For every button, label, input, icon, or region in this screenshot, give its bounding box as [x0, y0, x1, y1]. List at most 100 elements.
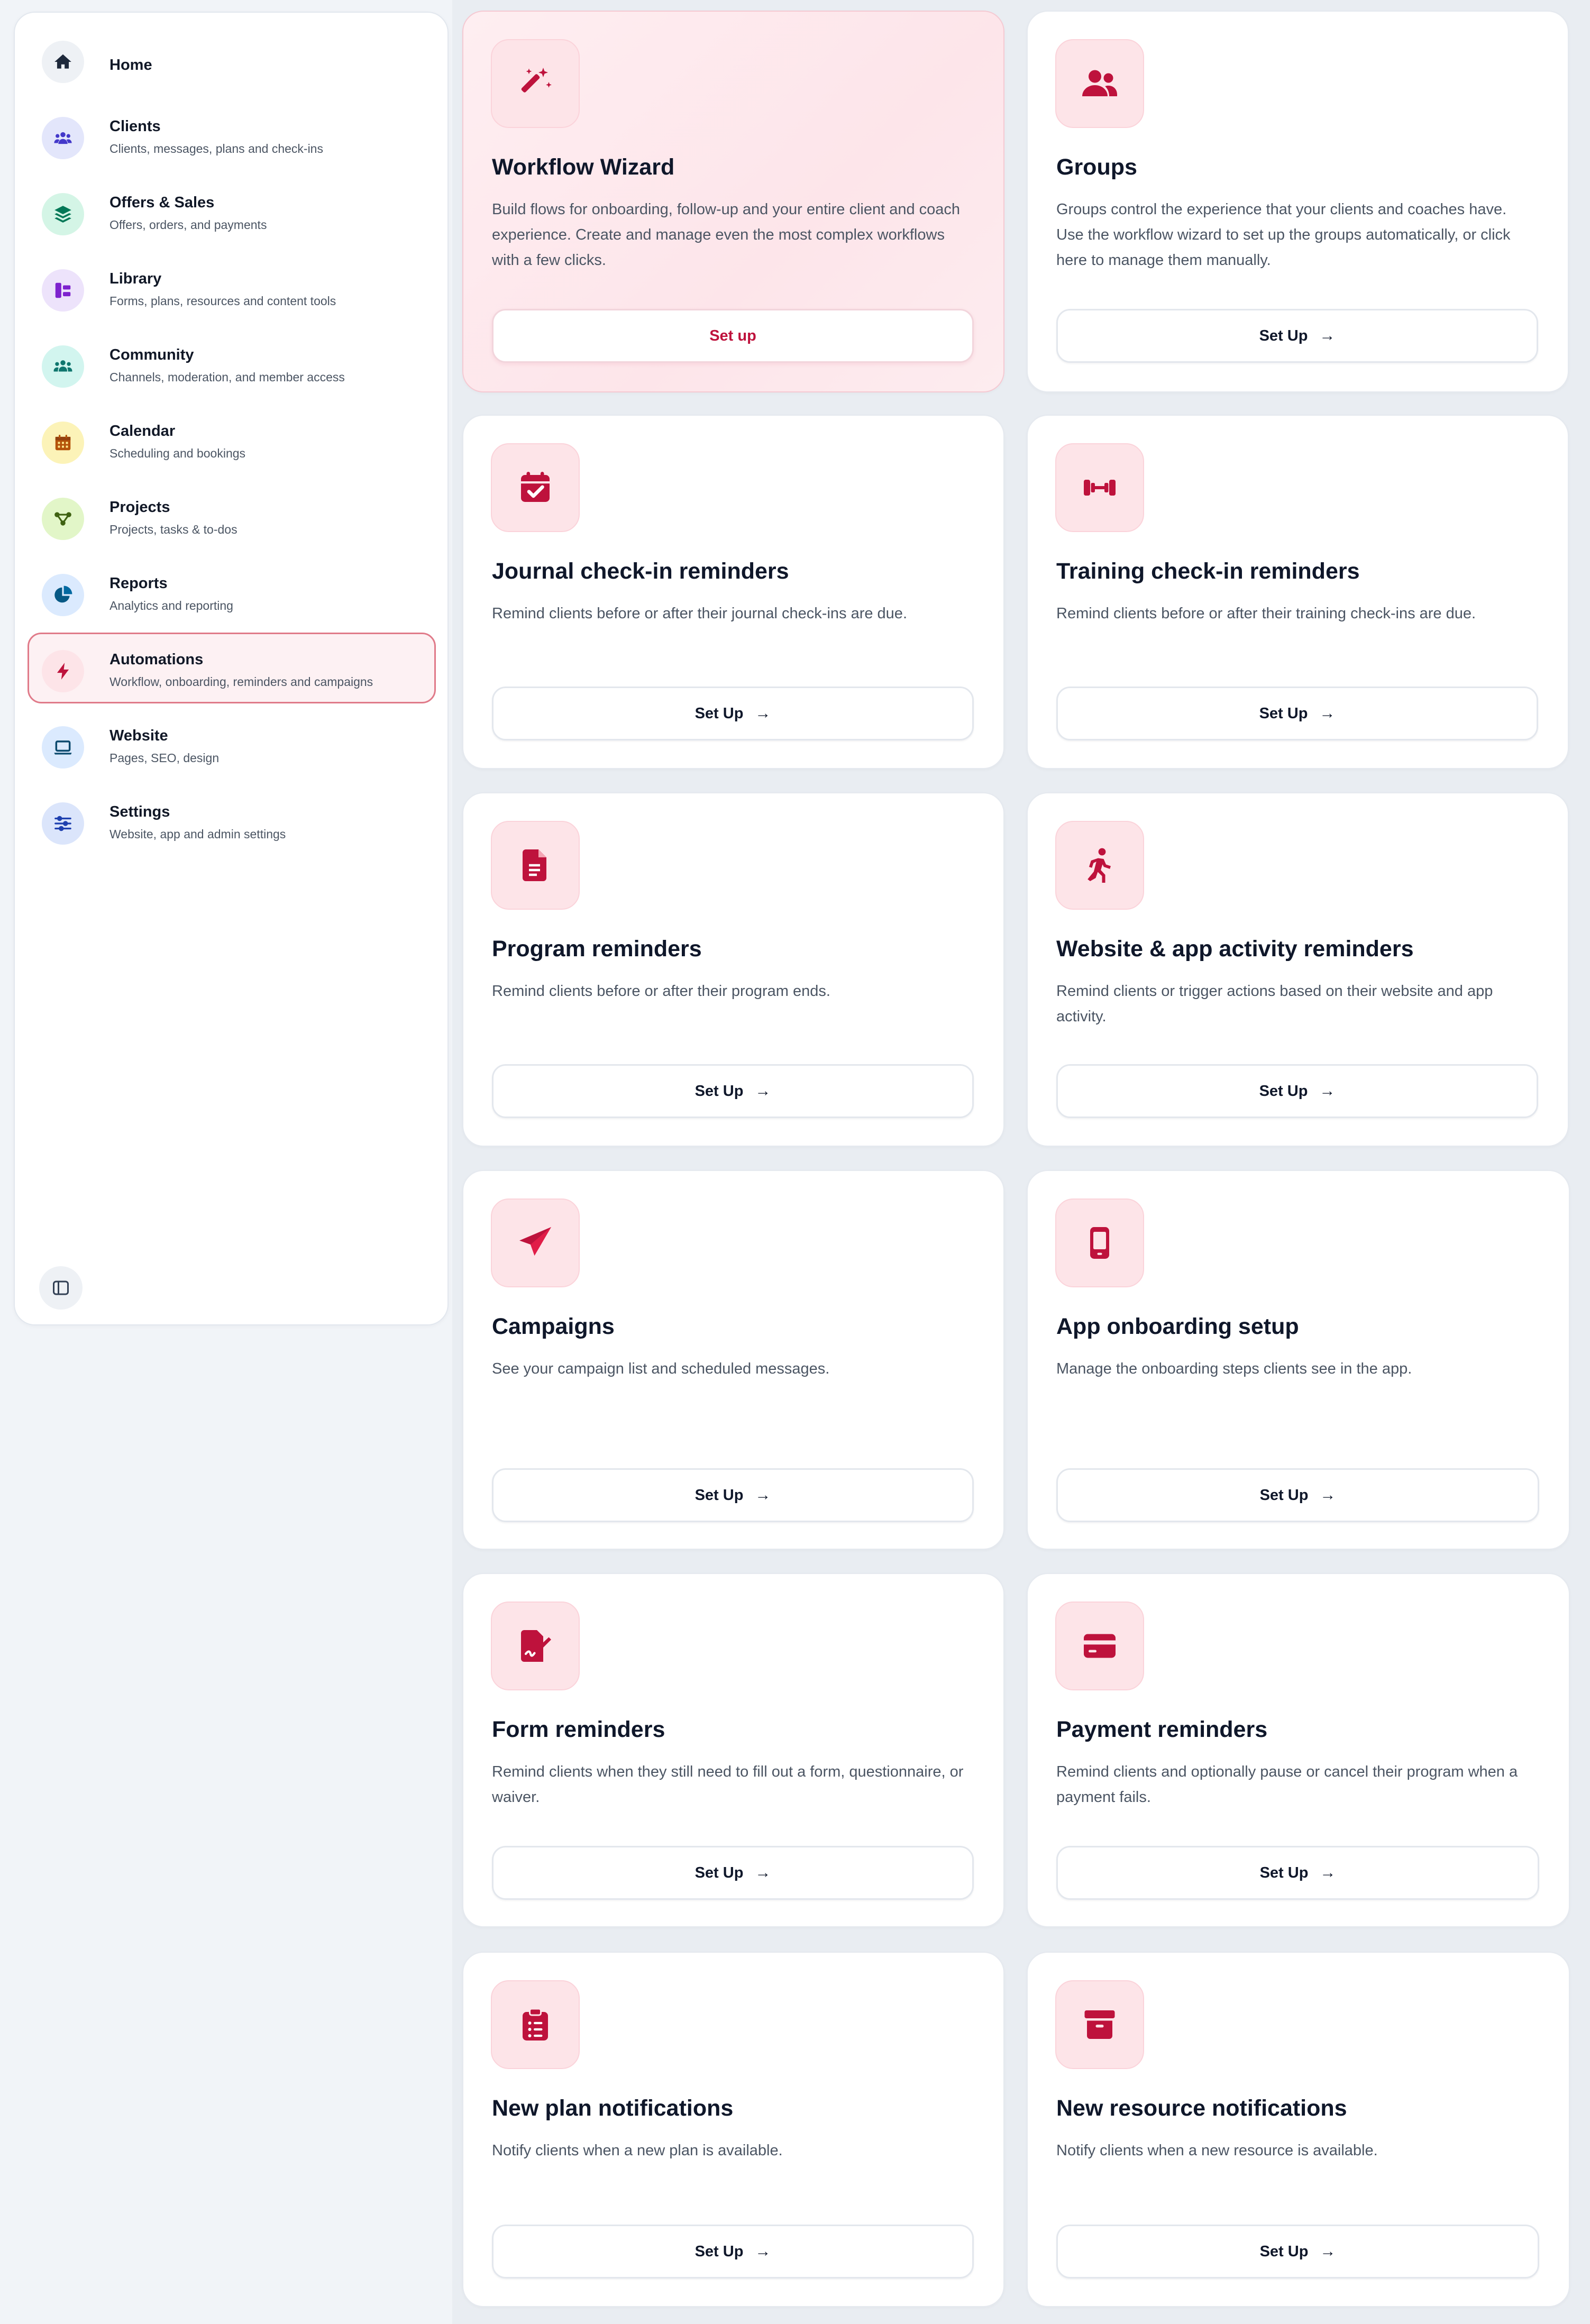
card-title: App onboarding setup [1056, 1314, 1299, 1339]
card-description: Remind clients and optionally pause or c… [1056, 1763, 1518, 1806]
laptop-icon [42, 726, 84, 768]
clipboard-list-icon [491, 1980, 580, 2069]
community-icon [42, 345, 84, 388]
sidebar-item-subtitle: Forms, plans, resources and content tool… [109, 294, 336, 308]
card-groups: Groups Groups control the experience tha… [1027, 11, 1569, 392]
new-plan-notifications-setup-button[interactable]: Set Up → [492, 2225, 974, 2279]
credit-card-icon [1055, 1602, 1144, 1690]
arrow-right-icon: → [755, 2243, 771, 2260]
form-reminders-setup-button[interactable]: Set Up → [492, 1846, 974, 1900]
new-resource-notifications-setup-button[interactable]: Set Up → [1056, 2225, 1539, 2279]
card-new-resource-notifications: New resource notifications Notify client… [1027, 1952, 1570, 2307]
card-training-checkin-reminders: Training check-in reminders Remind clien… [1027, 415, 1569, 769]
card-workflow-wizard: Workflow Wizard Build flows for onboardi… [462, 11, 1004, 392]
card-description: Manage the onboarding steps clients see … [1056, 1360, 1412, 1377]
sliders-icon [42, 802, 84, 845]
magic-wand-icon [491, 39, 580, 128]
card-description: Remind clients before or after their pro… [492, 983, 830, 1000]
card-app-onboarding-setup: App onboarding setup Manage the onboardi… [1027, 1170, 1570, 1550]
card-payment-reminders: Payment reminders Remind clients and opt… [1027, 1573, 1570, 1927]
card-title: Campaigns [492, 1314, 615, 1339]
sidebar-item-settings[interactable]: Settings Website, app and admin settings [28, 785, 436, 856]
sidebar-item-clients[interactable]: Clients Clients, messages, plans and che… [28, 99, 436, 170]
sidebar-item-community[interactable]: Community Channels, moderation, and memb… [28, 328, 436, 399]
sidebar-item-library[interactable]: Library Forms, plans, resources and cont… [28, 252, 436, 323]
sidebar-collapse-button[interactable] [39, 1266, 83, 1310]
sidebar-item-reports[interactable]: Reports Analytics and reporting [28, 556, 436, 627]
sidebar-item-label: Library [109, 270, 162, 287]
archive-box-icon [1055, 1980, 1144, 2069]
app-onboarding-setup-button[interactable]: Set Up → [1056, 1468, 1539, 1522]
calendar-check-icon [491, 443, 580, 532]
card-description: Notify clients when a new plan is availa… [492, 2142, 783, 2159]
card-description: Groups control the experience that your … [1056, 201, 1511, 269]
sidebar-item-label: Projects [109, 499, 170, 516]
website-activity-setup-button[interactable]: Set Up → [1056, 1064, 1538, 1118]
pie-chart-icon [42, 574, 84, 616]
paper-plane-icon [491, 1198, 580, 1287]
card-description: Remind clients when they still need to f… [492, 1763, 964, 1806]
walking-icon [1055, 821, 1144, 910]
journal-checkin-setup-button[interactable]: Set Up → [492, 687, 974, 740]
arrow-right-icon: → [755, 1864, 771, 1881]
program-reminders-setup-button[interactable]: Set Up → [492, 1064, 974, 1118]
sidebar-item-home[interactable]: Home [28, 23, 436, 94]
layers-icon [42, 193, 84, 235]
sidebar-item-offers-sales[interactable]: Offers & Sales Offers, orders, and payme… [28, 176, 436, 246]
sidebar-item-subtitle: Projects, tasks & to-dos [109, 523, 237, 536]
card-form-reminders: Form reminders Remind clients when they … [462, 1573, 1004, 1927]
sidebar-item-label: Offers & Sales [109, 194, 215, 211]
card-campaigns: Campaigns See your campaign list and sch… [462, 1170, 1004, 1550]
training-checkin-setup-button[interactable]: Set Up → [1056, 687, 1538, 740]
arrow-right-icon: → [1320, 1864, 1336, 1881]
arrow-right-icon: → [755, 1486, 771, 1504]
sidebar-item-website[interactable]: Website Pages, SEO, design [28, 709, 436, 780]
sidebar-item-label: Website [109, 727, 168, 744]
card-title: Journal check-in reminders [492, 559, 789, 584]
form-signature-icon [491, 1602, 580, 1690]
projects-icon [42, 498, 84, 540]
card-title: Groups [1056, 154, 1137, 180]
card-website-app-activity-reminders: Website & app activity reminders Remind … [1027, 792, 1569, 1147]
campaigns-setup-button[interactable]: Set Up → [492, 1468, 974, 1522]
card-description: Notify clients when a new resource is av… [1056, 2142, 1378, 2159]
card-description: Remind clients or trigger actions based … [1056, 983, 1493, 1025]
groups-setup-button[interactable]: Set Up → [1056, 309, 1538, 363]
sidebar-item-calendar[interactable]: Calendar Scheduling and bookings [28, 404, 436, 475]
card-program-reminders: Program reminders Remind clients before … [462, 792, 1004, 1147]
calendar-icon [42, 422, 84, 464]
card-description: Remind clients before or after their jou… [492, 605, 907, 622]
payment-reminders-setup-button[interactable]: Set Up → [1056, 1846, 1539, 1900]
card-title: Form reminders [492, 1717, 665, 1742]
dumbbell-icon [1055, 443, 1144, 532]
sidebar-item-projects[interactable]: Projects Projects, tasks & to-dos [28, 480, 436, 551]
sidebar-item-label: Community [109, 346, 194, 363]
arrow-right-icon: → [1319, 704, 1336, 722]
sidebar-item-subtitle: Offers, orders, and payments [109, 218, 267, 232]
bolt-icon [42, 650, 84, 692]
arrow-right-icon: → [1320, 2243, 1336, 2260]
card-description: Build flows for onboarding, follow-up an… [492, 201, 961, 269]
card-journal-checkin-reminders: Journal check-in reminders Remind client… [462, 415, 1004, 769]
sidebar-item-label: Home [109, 57, 152, 74]
sidebar-item-subtitle: Workflow, onboarding, reminders and camp… [109, 675, 373, 689]
card-title: Website & app activity reminders [1056, 936, 1414, 962]
mobile-icon [1055, 1198, 1144, 1287]
workflow-wizard-setup-button[interactable]: Set up [492, 309, 974, 363]
card-title: Program reminders [492, 936, 702, 962]
sidebar-toggle-icon [53, 1280, 69, 1295]
sidebar-item-label: Clients [109, 118, 161, 135]
sidebar-item-label: Calendar [109, 423, 176, 440]
card-title: Payment reminders [1056, 1717, 1268, 1742]
sidebar-item-subtitle: Channels, moderation, and member access [109, 370, 345, 384]
sidebar-item-automations[interactable]: Automations Workflow, onboarding, remind… [28, 633, 436, 703]
users-icon [42, 117, 84, 159]
document-icon [491, 821, 580, 910]
arrow-right-icon: → [1319, 327, 1336, 344]
arrow-right-icon: → [755, 1082, 771, 1100]
sidebar-item-subtitle: Analytics and reporting [109, 599, 233, 612]
card-title: Training check-in reminders [1056, 559, 1360, 584]
arrow-right-icon: → [1320, 1486, 1336, 1504]
user-group-icon [1055, 39, 1144, 128]
sidebar: Home Clients Clients, messages, plans an… [14, 12, 449, 1325]
